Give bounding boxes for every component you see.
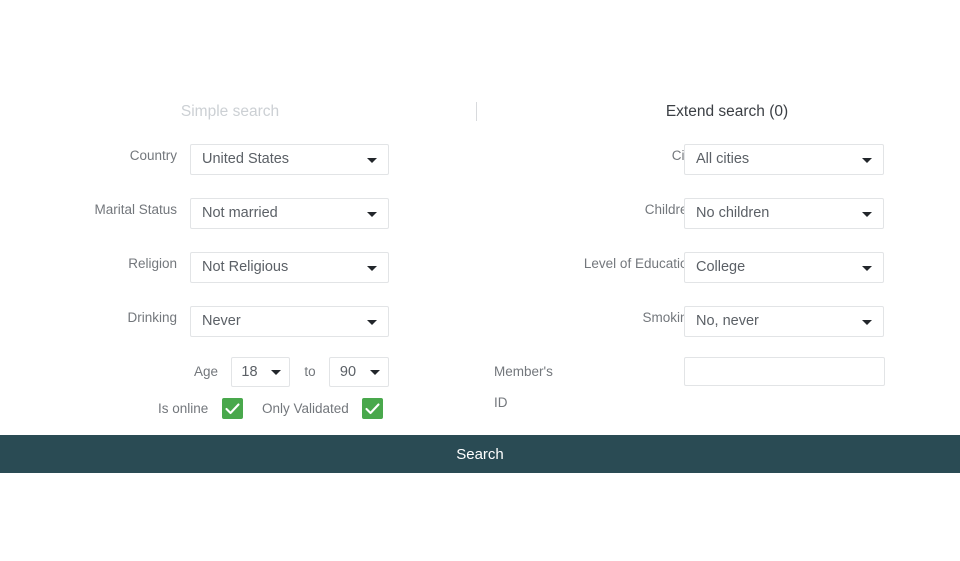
select-country[interactable]: United States bbox=[190, 144, 389, 175]
chevron-down-icon bbox=[862, 266, 872, 271]
tab-divider bbox=[476, 102, 477, 121]
select-smoking-value: No, never bbox=[696, 307, 853, 336]
checkbox-is-online[interactable] bbox=[222, 398, 243, 419]
checkmark-icon bbox=[222, 398, 243, 419]
select-religion-value: Not Religious bbox=[202, 253, 358, 282]
chevron-down-icon bbox=[367, 320, 377, 325]
select-marital-status-value: Not married bbox=[202, 199, 358, 228]
select-level-of-education[interactable]: College bbox=[684, 252, 884, 283]
label-religion: Religion bbox=[0, 248, 177, 279]
label-marital-status: Marital Status bbox=[0, 194, 177, 225]
chevron-down-icon bbox=[367, 158, 377, 163]
select-level-of-education-value: College bbox=[696, 253, 853, 282]
select-religion[interactable]: Not Religious bbox=[190, 252, 389, 283]
chevron-down-icon bbox=[862, 320, 872, 325]
checkbox-only-validated[interactable] bbox=[362, 398, 383, 419]
select-children-value: No children bbox=[696, 199, 853, 228]
label-city: City bbox=[494, 140, 695, 171]
chevron-down-icon bbox=[367, 266, 377, 271]
select-smoking[interactable]: No, never bbox=[684, 306, 884, 337]
label-member-id: Member's ID bbox=[24, 356, 494, 387]
select-marital-status[interactable]: Not married bbox=[190, 198, 389, 229]
select-drinking[interactable]: Never bbox=[190, 306, 389, 337]
label-level-of-education: Level of Education bbox=[494, 248, 695, 279]
chevron-down-icon bbox=[367, 212, 377, 217]
label-is-online: Is online bbox=[158, 396, 208, 422]
member-id-input[interactable] bbox=[684, 357, 885, 386]
select-country-value: United States bbox=[202, 145, 358, 174]
tab-extend-search[interactable]: Extend search (0) bbox=[597, 98, 857, 126]
label-country: Country bbox=[0, 140, 177, 171]
toggles-row: Is online Only Validated bbox=[0, 396, 960, 424]
label-only-validated: Only Validated bbox=[262, 396, 349, 422]
label-smoking: Smoking bbox=[494, 302, 695, 333]
select-city-value: All cities bbox=[696, 145, 853, 174]
chevron-down-icon bbox=[862, 158, 872, 163]
chevron-down-icon bbox=[862, 212, 872, 217]
search-mode-tabs: Simple search Extend search (0) bbox=[0, 98, 960, 126]
tab-simple-search[interactable]: Simple search bbox=[100, 98, 360, 126]
select-city[interactable]: All cities bbox=[684, 144, 884, 175]
checkmark-icon bbox=[362, 398, 383, 419]
select-drinking-value: Never bbox=[202, 307, 358, 336]
select-children[interactable]: No children bbox=[684, 198, 884, 229]
label-children: Children bbox=[494, 194, 695, 225]
label-drinking: Drinking bbox=[0, 302, 177, 333]
search-button[interactable]: Search bbox=[0, 435, 960, 473]
